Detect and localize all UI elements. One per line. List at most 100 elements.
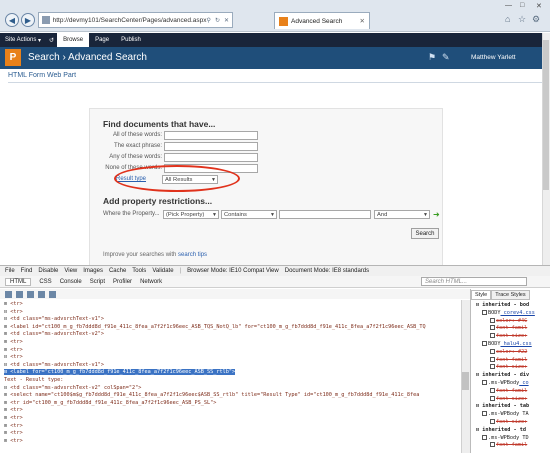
tab-style[interactable]: Style bbox=[471, 290, 492, 300]
stylesheet-link[interactable]: corev4.css bbox=[501, 310, 535, 316]
checkbox-icon[interactable] bbox=[490, 325, 495, 331]
html-tree-node[interactable]: ⊞ <label id="ct100_m_g_fb7ddd8d_f91e_411… bbox=[4, 324, 426, 330]
tab-page[interactable]: Page bbox=[89, 33, 115, 47]
devtools-tab-console[interactable]: Console bbox=[60, 279, 82, 285]
checkbox-icon[interactable] bbox=[490, 442, 495, 448]
devtools-menu-item[interactable]: Validate bbox=[152, 268, 173, 274]
checkbox-icon[interactable] bbox=[490, 419, 495, 424]
html-tree-node[interactable]: ⊞ <tr> bbox=[4, 301, 23, 307]
style-rule-prop[interactable]: font-size: bbox=[490, 419, 527, 425]
checkbox-icon[interactable] bbox=[490, 364, 495, 370]
tab-browse[interactable]: Browse bbox=[57, 33, 90, 47]
checkbox-icon[interactable] bbox=[490, 395, 495, 401]
close-tab-icon[interactable]: ✕ bbox=[360, 17, 365, 25]
style-rule-prop[interactable]: font-famil bbox=[490, 442, 527, 448]
browser-tab[interactable]: Advanced Search ✕ bbox=[274, 12, 370, 29]
refresh-icon[interactable]: ↻ bbox=[215, 17, 220, 24]
devtools-menu-item[interactable]: Images bbox=[83, 268, 103, 274]
back-icon[interactable]: ◀ bbox=[5, 13, 19, 27]
devtools-menu-item[interactable]: Document Mode: IE8 standards bbox=[285, 268, 369, 274]
search-button[interactable]: Search bbox=[411, 228, 439, 239]
page-scrollbar-thumb[interactable] bbox=[543, 40, 549, 190]
any-words-input[interactable] bbox=[164, 153, 258, 162]
user-menu[interactable]: Matthew Yarlett bbox=[471, 54, 516, 61]
devtools-tab-html[interactable]: HTML bbox=[5, 277, 32, 286]
html-tree-node[interactable]: ⊞ <tr> bbox=[4, 339, 23, 345]
settings-icon[interactable]: ⚙ bbox=[532, 14, 540, 25]
style-rule-sel[interactable]: .ms-WPBody TD bbox=[482, 434, 529, 441]
navigate-up-icon[interactable]: ↺ bbox=[46, 33, 57, 47]
style-rule-sel[interactable]: BODY halu4.css bbox=[482, 341, 532, 347]
search-icon[interactable]: ⚲ bbox=[207, 17, 211, 24]
operator-select[interactable]: Contains ▼ bbox=[221, 210, 277, 219]
html-tree-scrollbar-thumb[interactable] bbox=[462, 372, 469, 390]
home-icon[interactable]: ⌂ bbox=[505, 14, 510, 24]
address-bar[interactable]: http://devmy101/SearchCenter/Pages/advan… bbox=[38, 12, 233, 28]
notes-icon[interactable]: ✎ bbox=[442, 52, 450, 63]
add-property-icon[interactable]: ➜ bbox=[433, 210, 440, 219]
style-rule-prop[interactable]: font-famil bbox=[490, 325, 527, 331]
devtools-tab-network[interactable]: Network bbox=[140, 279, 162, 285]
stylesheet-link[interactable]: co bbox=[519, 380, 528, 386]
refresh-icon[interactable] bbox=[27, 290, 34, 298]
close-window-icon[interactable]: ✕ bbox=[536, 2, 542, 10]
property-value-input[interactable] bbox=[279, 210, 371, 219]
devtools-menu-item[interactable]: Browser Mode: IE10 Compat View bbox=[187, 268, 279, 274]
checkbox-icon[interactable] bbox=[482, 309, 487, 315]
checkbox-icon[interactable] bbox=[482, 434, 487, 440]
html-tree-node[interactable]: ⊞ <tr> bbox=[4, 347, 23, 353]
html-tree-node[interactable]: ⊞ <td class="ms-advsrchText-v2"> bbox=[4, 331, 104, 337]
style-rule-sel[interactable]: .ms-WPBody co bbox=[482, 380, 529, 386]
devtools-menu-item[interactable]: Disable bbox=[38, 268, 58, 274]
style-rule-prop[interactable]: font-famil bbox=[490, 356, 527, 363]
html-tree-node[interactable]: ⊞ <select name="ct100$m$g_fb7ddd8d_f91e_… bbox=[4, 392, 419, 398]
favorites-icon[interactable]: ☆ bbox=[518, 14, 526, 25]
html-tree-node[interactable]: ⊟ <td class="ms-advsrchText-v2" colSpan=… bbox=[4, 385, 141, 391]
checkbox-icon[interactable] bbox=[490, 317, 495, 323]
html-tree-node[interactable]: ⊟ <td class="ms-advsrchText-v1"> bbox=[4, 362, 104, 368]
checkbox-icon[interactable] bbox=[490, 333, 495, 339]
tab-trace-styles[interactable]: Trace Styles bbox=[491, 290, 530, 300]
style-rule-prop[interactable]: color: #4C bbox=[490, 317, 527, 324]
html-tree-node[interactable]: ⊟ <tr> bbox=[4, 354, 23, 360]
style-rule-sel[interactable]: BODY corev4.css bbox=[482, 309, 535, 316]
html-tree-node[interactable]: ⊟ <td class="ms-advsrchText-v1"> bbox=[4, 316, 104, 322]
checkbox-icon[interactable] bbox=[490, 348, 495, 354]
devtools-tab-css[interactable]: CSS bbox=[39, 279, 51, 285]
devtools-tab-profiler[interactable]: Profiler bbox=[113, 279, 132, 285]
style-rule-prop[interactable]: font-size: bbox=[490, 333, 527, 339]
checkbox-icon[interactable] bbox=[482, 411, 487, 417]
style-rule-prop[interactable]: color: #22 bbox=[490, 348, 527, 355]
html-tree-node[interactable]: ⊞ <tr id="ct100_m_g_fb7ddd8d_f91e_411c_8… bbox=[4, 400, 216, 406]
html-tree-node[interactable]: ⊟ <label for="ct100_m_g_fb7ddd8d_f91e_41… bbox=[4, 369, 236, 376]
html-tree-node[interactable]: ⊞ <tr> bbox=[4, 438, 23, 444]
maximize-icon[interactable]: □ bbox=[520, 2, 524, 9]
checkbox-icon[interactable] bbox=[490, 387, 495, 393]
checkbox-icon[interactable] bbox=[482, 341, 487, 346]
all-words-input[interactable] bbox=[164, 131, 258, 140]
devtools-menu-item[interactable]: View bbox=[64, 268, 77, 274]
close-icon[interactable]: ✕ bbox=[224, 17, 229, 24]
select-element-icon[interactable] bbox=[5, 290, 12, 298]
html-tree-node[interactable]: ⊞ <tr> bbox=[4, 415, 23, 421]
breadcrumb[interactable]: Search › Advanced Search bbox=[28, 52, 147, 63]
property-select[interactable]: (Pick Property) ▼ bbox=[163, 210, 219, 219]
html-tree-node[interactable]: Text - Result type: bbox=[4, 377, 63, 383]
edit-icon[interactable] bbox=[49, 290, 56, 298]
style-rule-prop[interactable]: font-size: bbox=[490, 395, 527, 402]
tags-icon[interactable]: ⚑ bbox=[428, 52, 436, 63]
html-search-input[interactable]: Search HTML... bbox=[421, 277, 527, 286]
html-tree-node[interactable]: ⊟ <tr> bbox=[4, 309, 23, 315]
style-rule-sel[interactable]: .ms-WPBody TA bbox=[482, 411, 529, 417]
word-wrap-icon[interactable] bbox=[38, 290, 45, 298]
forward-icon[interactable]: ▶ bbox=[21, 13, 35, 27]
checkbox-icon[interactable] bbox=[490, 356, 495, 362]
devtools-tab-script[interactable]: Script bbox=[90, 279, 105, 285]
html-tree-node[interactable]: ⊞ <tr> bbox=[4, 407, 23, 413]
devtools-menu-item[interactable]: Tools bbox=[132, 268, 146, 274]
minimize-icon[interactable]: — bbox=[505, 2, 512, 9]
html-tree-node[interactable]: ⊞ <tr> bbox=[4, 430, 23, 436]
save-icon[interactable] bbox=[16, 290, 23, 298]
exact-phrase-input[interactable] bbox=[164, 142, 258, 151]
search-tips-link[interactable]: search tips bbox=[178, 252, 207, 258]
